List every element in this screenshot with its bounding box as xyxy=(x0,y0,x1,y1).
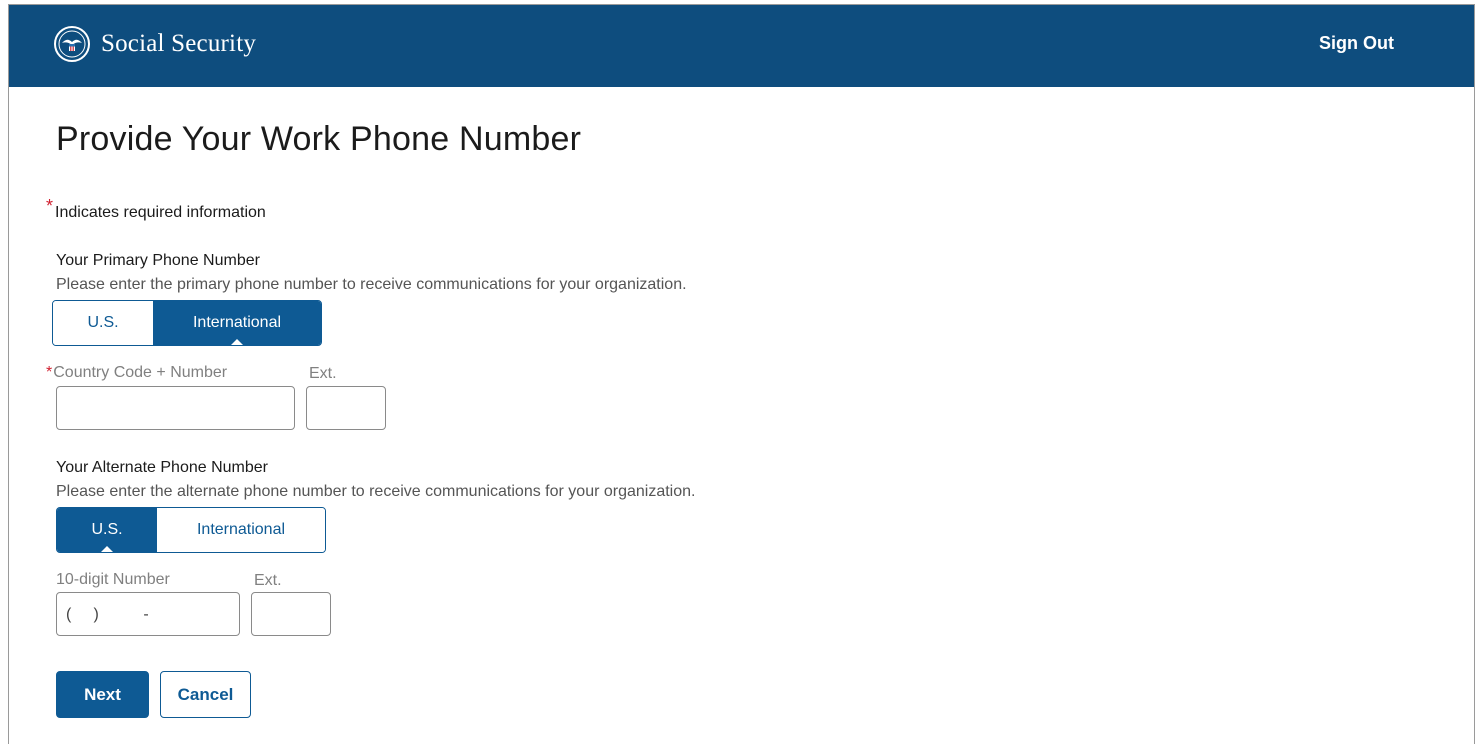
cancel-button[interactable]: Cancel xyxy=(160,671,251,718)
primary-phone-title: Your Primary Phone Number xyxy=(56,252,260,269)
primary-us-option[interactable]: U.S. xyxy=(53,301,153,345)
alternate-number-input[interactable]: ( ) - xyxy=(56,592,240,636)
primary-phone-type-toggle: U.S. International xyxy=(52,300,322,346)
required-asterisk: * xyxy=(46,196,54,216)
alternate-international-option[interactable]: International xyxy=(157,508,325,552)
phone-mask-text: ( ) - xyxy=(66,606,149,623)
page-frame: Social Security Sign Out Provide Your Wo… xyxy=(8,4,1475,744)
required-note-text: Indicates required information xyxy=(55,204,266,221)
primary-phone-description: Please enter the primary phone number to… xyxy=(56,276,687,293)
site-header: Social Security Sign Out xyxy=(9,5,1474,87)
primary-number-label: *Country Code + Number xyxy=(46,364,227,382)
next-button[interactable]: Next xyxy=(56,671,149,718)
alternate-ext-label: Ext. xyxy=(254,572,282,589)
primary-ext-label: Ext. xyxy=(309,365,337,382)
brand-title: Social Security xyxy=(101,30,257,57)
brand[interactable]: Social Security xyxy=(54,26,256,62)
alternate-ext-input[interactable] xyxy=(251,592,331,636)
alternate-phone-title: Your Alternate Phone Number xyxy=(56,459,268,476)
alternate-phone-type-toggle: U.S. International xyxy=(56,507,326,553)
alternate-us-option[interactable]: U.S. xyxy=(57,508,157,552)
sign-out-link[interactable]: Sign Out xyxy=(1319,33,1394,54)
required-asterisk: * xyxy=(46,364,53,381)
alternate-phone-description: Please enter the alternate phone number … xyxy=(56,483,696,500)
ssa-seal-icon xyxy=(54,26,90,62)
alternate-number-label: 10-digit Number xyxy=(56,571,170,588)
primary-ext-input[interactable] xyxy=(306,386,386,430)
primary-number-label-text: Country Code + Number xyxy=(53,364,228,381)
required-note: * Indicates required information xyxy=(46,196,266,222)
page-title: Provide Your Work Phone Number xyxy=(56,120,582,158)
primary-international-option[interactable]: International xyxy=(153,301,321,345)
primary-number-input[interactable] xyxy=(56,386,295,430)
